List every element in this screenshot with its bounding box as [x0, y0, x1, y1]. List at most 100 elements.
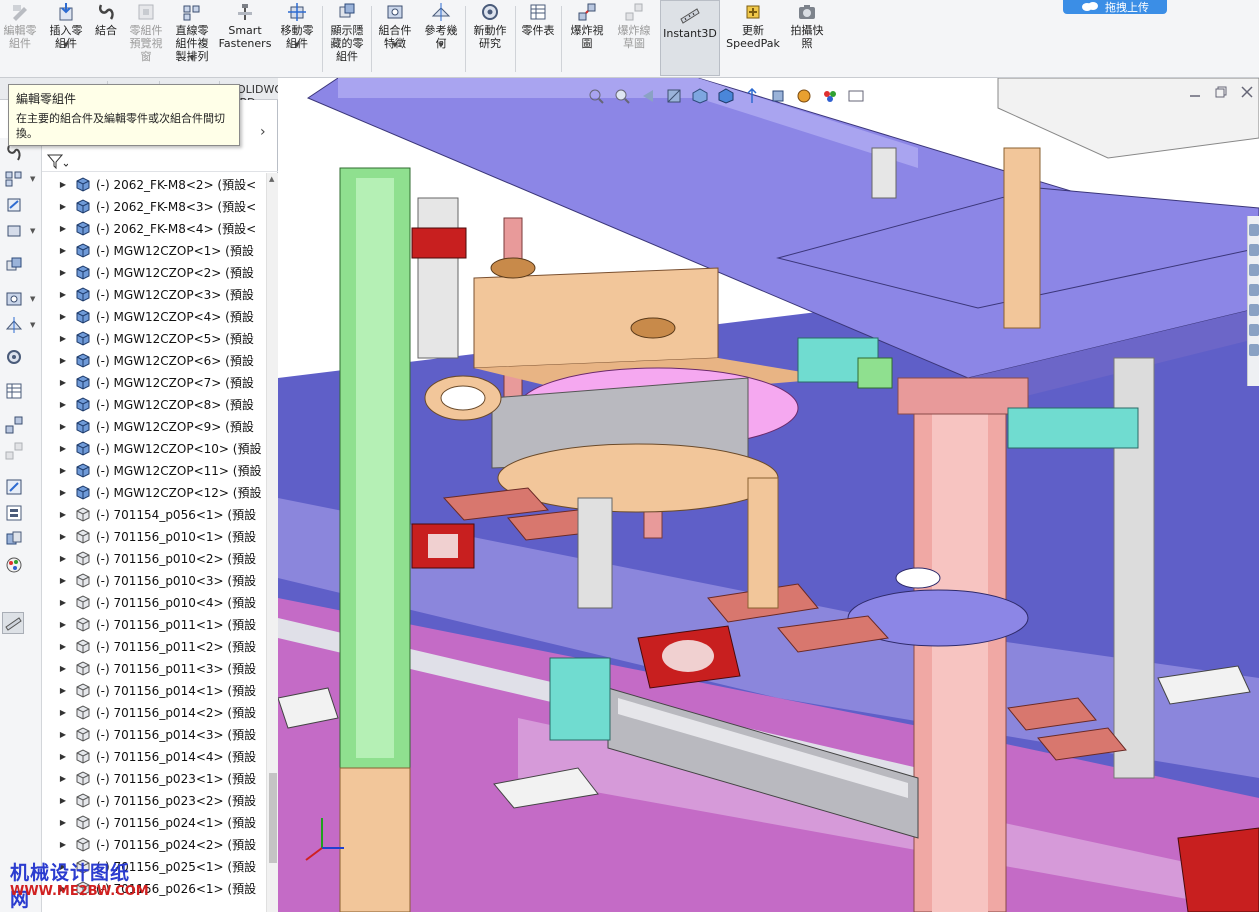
assembly-features-button[interactable]: 組合件 特徵 ▼	[374, 2, 416, 50]
hide-show-items-icon[interactable]	[744, 87, 760, 104]
dropdown-arrow-icon[interactable]: ▼	[438, 39, 443, 52]
filter-icon[interactable]	[46, 152, 69, 173]
render-tools-icon[interactable]	[822, 88, 838, 104]
expand-arrow-icon[interactable]: ▶	[42, 290, 74, 299]
tree-item[interactable]: ▶ (-) 701156_p010<1> (預設	[42, 525, 264, 547]
resources-icon[interactable]	[1249, 224, 1259, 236]
zoom-to-fit-icon[interactable]	[588, 88, 604, 104]
move-component-button[interactable]: 移動零 組件 ▼	[276, 2, 318, 50]
speedpak-icon[interactable]	[4, 478, 24, 496]
tree-item[interactable]: ▶ (-) MGW12CZOP<5> (預設	[42, 327, 264, 349]
task-pane-tabs[interactable]	[1247, 216, 1259, 386]
reference-geometry-icon[interactable]	[4, 316, 24, 334]
take-snapshot-button[interactable]: 拍攝快 照	[786, 2, 828, 50]
expand-arrow-icon[interactable]: ▶	[42, 180, 74, 189]
chevron-right-icon[interactable]: ›	[260, 124, 266, 140]
expand-arrow-icon[interactable]: ▶	[42, 378, 74, 387]
close-icon[interactable]	[1241, 86, 1253, 101]
scrollbar-thumb[interactable]	[269, 773, 277, 863]
edit-appearance-icon[interactable]	[770, 88, 786, 104]
display-pane-icon[interactable]	[848, 88, 864, 104]
expand-arrow-icon[interactable]: ▶	[42, 466, 74, 475]
forum-icon[interactable]	[1249, 344, 1259, 356]
tree-item[interactable]: ▶ (-) MGW12CZOP<7> (預設	[42, 371, 264, 393]
tree-item[interactable]: ▶ (-) 2062_FK-M8<3> (預設<	[42, 195, 264, 217]
custom-properties-icon[interactable]	[1249, 324, 1259, 336]
tree-item[interactable]: ▶ (-) 701156_p023<2> (預設	[42, 789, 264, 811]
tree-item[interactable]: ▶ (-) 701156_p011<3> (預設	[42, 657, 264, 679]
expand-arrow-icon[interactable]: ▶	[42, 818, 74, 827]
tree-item[interactable]: ▶ (-) 2062_FK-M8<4> (預設<	[42, 217, 264, 239]
expand-arrow-icon[interactable]: ▶	[42, 686, 74, 695]
tree-item[interactable]: ▶ (-) MGW12CZOP<9> (預設	[42, 415, 264, 437]
update-speedpak-button[interactable]: 更新 SpeedPak	[726, 2, 780, 50]
appearance-icon[interactable]	[4, 556, 24, 574]
upload-button[interactable]: 拖拽上传	[1063, 0, 1167, 14]
new-motion-study-button[interactable]: 新動作 研究	[468, 2, 512, 50]
expand-arrow-icon[interactable]: ▶	[42, 532, 74, 541]
dropdown-arrow-icon[interactable]: ▼	[30, 227, 35, 235]
mate-icon[interactable]	[4, 144, 24, 162]
expand-arrow-icon[interactable]: ▶	[42, 796, 74, 805]
expand-arrow-icon[interactable]: ▶	[42, 840, 74, 849]
smart-fasteners-icon[interactable]	[4, 196, 24, 214]
bom-button[interactable]: 零件表	[518, 2, 558, 37]
tree-item[interactable]: ▶ (-) 701156_p024<1> (預設	[42, 811, 264, 833]
insert-component-button[interactable]: 插入零 組件 ▼	[44, 2, 88, 50]
bom-icon[interactable]	[4, 382, 24, 400]
tree-item[interactable]: ▶ (-) 701156_p014<4> (預設	[42, 745, 264, 767]
section-view-icon[interactable]	[666, 88, 682, 104]
motion-study-icon[interactable]	[4, 348, 24, 366]
file-explorer-icon[interactable]	[1249, 264, 1259, 276]
tree-item[interactable]: ▶ (-) MGW12CZOP<1> (預設	[42, 239, 264, 261]
expand-arrow-icon[interactable]: ▶	[42, 246, 74, 255]
expand-arrow-icon[interactable]: ▶	[42, 400, 74, 409]
show-hidden-components-button[interactable]: 顯示隱 藏的零 組件	[326, 2, 368, 63]
expand-arrow-icon[interactable]: ▶	[42, 422, 74, 431]
tree-item[interactable]: ▶ (-) 701154_p056<1> (預設	[42, 503, 264, 525]
dropdown-arrow-icon[interactable]: ▼	[392, 39, 397, 52]
show-hidden-icon[interactable]	[4, 256, 24, 274]
tree-item[interactable]: ▶ (-) 701156_p011<2> (預設	[42, 635, 264, 657]
tree-item[interactable]: ▶ (-) 701156_p014<3> (預設	[42, 723, 264, 745]
dropdown-arrow-icon[interactable]: ▼	[30, 175, 35, 183]
view-orientation-icon[interactable]	[692, 88, 708, 104]
previous-view-icon[interactable]	[640, 88, 656, 104]
tree-item[interactable]: ▶ (-) MGW12CZOP<2> (預設	[42, 261, 264, 283]
expand-arrow-icon[interactable]: ▶	[42, 576, 74, 585]
expand-arrow-icon[interactable]: ▶	[42, 356, 74, 365]
component-list-icon[interactable]	[4, 504, 24, 522]
tree-item[interactable]: ▶ (-) 701156_p011<1> (預設	[42, 613, 264, 635]
minimize-icon[interactable]	[1189, 86, 1201, 101]
move-component-icon[interactable]	[4, 222, 24, 240]
expand-arrow-icon[interactable]: ▶	[42, 488, 74, 497]
zoom-area-icon[interactable]	[614, 88, 630, 104]
expand-arrow-icon[interactable]: ▶	[42, 774, 74, 783]
tree-item[interactable]: ▶ (-) 701156_p014<1> (預設	[42, 679, 264, 701]
dropdown-arrow-icon[interactable]: ▼	[30, 321, 35, 329]
interference-icon[interactable]	[4, 530, 24, 548]
assembly-features-icon[interactable]	[4, 290, 24, 308]
expand-arrow-icon[interactable]: ▶	[42, 268, 74, 277]
display-style-icon[interactable]	[718, 88, 734, 104]
apply-scene-icon[interactable]	[796, 88, 812, 104]
tree-item[interactable]: ▶ (-) MGW12CZOP<12> (預設	[42, 481, 264, 503]
tree-item[interactable]: ▶ (-) MGW12CZOP<3> (預設	[42, 283, 264, 305]
dropdown-arrow-icon[interactable]: ▼	[294, 39, 299, 52]
linear-pattern-button[interactable]: 直線零 組件複 製排列 ▼	[170, 2, 214, 63]
exploded-view-button[interactable]: 爆炸視 圖	[566, 2, 608, 50]
expand-arrow-icon[interactable]: ▶	[42, 598, 74, 607]
expand-arrow-icon[interactable]: ▶	[42, 510, 74, 519]
scroll-up-arrow-icon[interactable]: ▲	[269, 175, 274, 183]
tree-item[interactable]: ▶ (-) MGW12CZOP<11> (預設	[42, 459, 264, 481]
expand-arrow-icon[interactable]: ▶	[42, 334, 74, 343]
expand-arrow-icon[interactable]: ▶	[42, 664, 74, 673]
expand-arrow-icon[interactable]: ▶	[42, 752, 74, 761]
expand-arrow-icon[interactable]: ▶	[42, 642, 74, 651]
dropdown-arrow-icon[interactable]: ▼	[30, 295, 35, 303]
mate-button[interactable]: 結合	[91, 2, 121, 37]
expand-arrow-icon[interactable]: ▶	[42, 312, 74, 321]
tree-item[interactable]: ▶ (-) 2062_FK-M8<2> (預設<	[42, 173, 264, 195]
edit-component-button[interactable]: 編輯零 組件	[1, 2, 39, 50]
graphics-viewport[interactable]	[278, 78, 1259, 912]
